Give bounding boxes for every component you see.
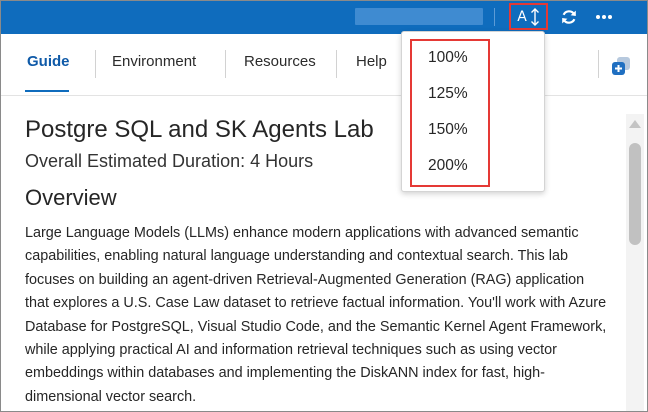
overview-paragraph: Large Language Models (LLMs) enhance mod… — [25, 225, 607, 405]
content-scrollbar[interactable] — [626, 114, 644, 411]
refresh-button[interactable] — [560, 8, 578, 26]
scroll-up-arrow-icon[interactable] — [629, 120, 641, 128]
tab-separator — [336, 50, 337, 78]
user-name-redacted — [355, 8, 483, 25]
section-heading-overview: Overview — [25, 185, 117, 210]
more-horizontal-icon — [596, 15, 600, 19]
active-tab-indicator — [25, 90, 69, 92]
copy-to-vm-button[interactable] — [610, 55, 632, 77]
tab-separator — [598, 50, 599, 78]
tab-environment[interactable]: Environment — [112, 53, 196, 70]
tab-separator — [225, 50, 226, 78]
tab-resources[interactable]: Resources — [244, 53, 316, 70]
zoom-option-125[interactable]: 125% — [428, 85, 468, 103]
estimated-duration: Overall Estimated Duration: 4 Hours — [25, 151, 314, 171]
lab-window: A Guide Environment Resources Help Postg… — [0, 0, 648, 412]
tab-guide[interactable]: Guide — [27, 53, 70, 70]
copy-to-vm-icon — [612, 57, 630, 75]
text-size-icon — [530, 7, 539, 26]
tab-help[interactable]: Help — [356, 53, 387, 70]
top-bar: A — [1, 1, 647, 34]
zoom-option-200[interactable]: 200% — [428, 157, 468, 175]
more-options-button[interactable] — [593, 8, 615, 26]
font-size-button[interactable]: A — [509, 3, 548, 30]
tab-separator — [95, 50, 96, 78]
zoom-option-150[interactable]: 150% — [428, 121, 468, 139]
page-title: Postgre SQL and SK Agents Lab — [25, 116, 374, 143]
font-size-letter: A — [517, 8, 527, 25]
tab-bar: Guide Environment Resources Help — [1, 34, 647, 96]
refresh-icon — [562, 10, 576, 24]
top-bar-divider — [494, 8, 495, 26]
zoom-option-100[interactable]: 100% — [428, 49, 468, 67]
scroll-thumb[interactable] — [629, 143, 641, 245]
zoom-dropdown-menu: 100% 125% 150% 200% — [401, 31, 545, 192]
